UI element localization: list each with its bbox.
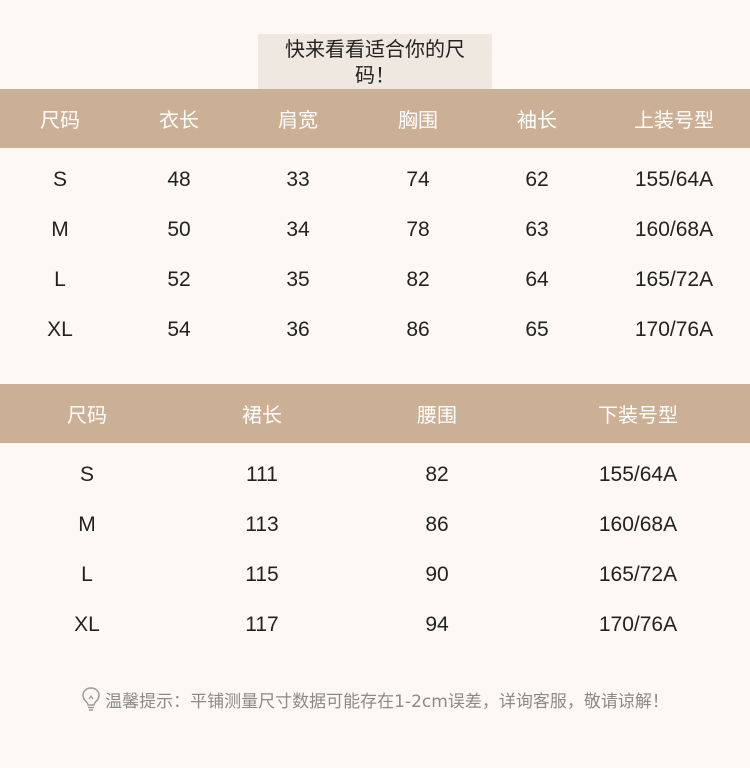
table-cell: 170/76A	[598, 613, 678, 636]
header-cell: 尺码	[40, 108, 80, 132]
table-cell: 94	[425, 613, 449, 636]
table-cell: 36	[286, 318, 310, 341]
table-cell: 155/64A	[634, 168, 714, 191]
table-cell: 86	[425, 513, 449, 536]
measurement-note: 温馨提示：平铺测量尺寸数据可能存在1-2cm误差，详询客服，敬请谅解！	[0, 686, 750, 712]
table-row: M 113 86 160/68A	[0, 500, 750, 550]
table-row: S 111 82 155/64A	[0, 450, 750, 500]
table-cell: S	[79, 463, 94, 486]
table-cell: 82	[425, 463, 449, 486]
table-cell: 165/72A	[598, 563, 678, 586]
header-cell: 肩宽	[278, 108, 318, 132]
table-cell: 86	[406, 318, 430, 341]
note-text: 温馨提示：平铺测量尺寸数据可能存在1-2cm误差，详询客服，敬请谅解！	[105, 691, 669, 712]
table-cell: 165/72A	[634, 268, 714, 291]
table-cell: S	[52, 168, 67, 191]
header-cell: 下装号型	[598, 403, 678, 427]
table-cell: 90	[425, 563, 449, 586]
table-row: L 115 90 165/72A	[0, 550, 750, 600]
header-cell: 衣长	[159, 108, 199, 132]
table-cell: 48	[167, 168, 191, 191]
table-cell: 78	[406, 218, 430, 241]
table-cell: 74	[406, 168, 430, 191]
table-cell: 33	[286, 168, 310, 191]
table-cell: L	[81, 563, 93, 586]
table-row: S 48 33 74 62 155/64A	[0, 155, 750, 205]
table-cell: 82	[406, 268, 430, 291]
table-cell: 52	[167, 268, 191, 291]
page-title: 快来看看适合你的尺码！	[258, 34, 492, 90]
lightbulb-icon	[82, 687, 100, 711]
top-table-header: 尺码 衣长 肩宽 胸围 袖长 上装号型	[0, 89, 750, 148]
table-cell: 170/76A	[634, 318, 714, 341]
header-cell: 胸围	[398, 108, 438, 132]
table-cell: XL	[74, 613, 100, 636]
table-row: L 52 35 82 64 165/72A	[0, 255, 750, 305]
table-cell: 115	[245, 563, 279, 586]
table-cell: XL	[47, 318, 73, 341]
header-cell: 尺码	[67, 403, 107, 427]
header-cell: 裙长	[242, 403, 282, 427]
table-cell: 62	[525, 168, 549, 191]
table-cell: 117	[245, 613, 279, 636]
table-row: M 50 34 78 63 160/68A	[0, 205, 750, 255]
table-cell: 155/64A	[598, 463, 678, 486]
table-cell: 63	[525, 218, 549, 241]
header-cell: 上装号型	[634, 108, 714, 132]
header-cell: 袖长	[517, 108, 557, 132]
table-cell: M	[78, 513, 96, 536]
table-cell: 64	[525, 268, 549, 291]
table-cell: 113	[245, 513, 279, 536]
header-cell: 腰围	[417, 403, 457, 427]
title-wrap: 快来看看适合你的尺码！	[0, 34, 750, 90]
table-cell: 35	[286, 268, 310, 291]
table-cell: 54	[167, 318, 191, 341]
table-cell: 160/68A	[598, 513, 678, 536]
table-cell: 65	[525, 318, 549, 341]
table-cell: M	[51, 218, 69, 241]
table-cell: L	[54, 268, 66, 291]
table-row: XL 54 36 86 65 170/76A	[0, 305, 750, 355]
table-row: XL 117 94 170/76A	[0, 600, 750, 650]
table-cell: 34	[286, 218, 310, 241]
table-cell: 160/68A	[634, 218, 714, 241]
table-cell: 111	[246, 463, 278, 486]
bottom-table-header: 尺码 裙长 腰围 下装号型	[0, 384, 750, 443]
table-cell: 50	[167, 218, 191, 241]
